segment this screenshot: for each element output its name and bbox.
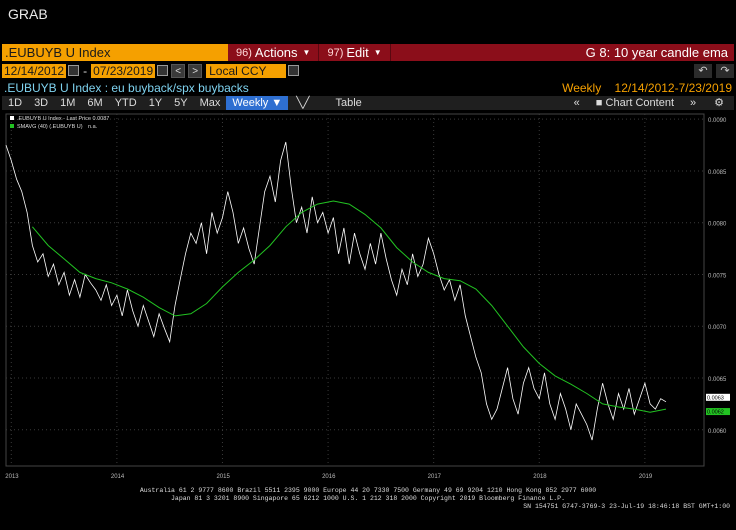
chevron-down-icon: ▼ [373, 48, 382, 57]
gear-icon[interactable]: ⚙ [704, 96, 734, 110]
price-chart[interactable]: 0.0090 0.0085 0.0080 0.0075 0.0070 0.0065 0.00… [0, 110, 736, 530]
subtitle-row: .EUBUYB U Index : eu buyback/spx buyback… [4, 81, 732, 95]
collapse-icon[interactable]: « [566, 96, 588, 110]
frequency-dropdown[interactable]: Weekly ▼ [226, 96, 289, 110]
legend-entry: SMAVG (40) (.EUBUYB U) [17, 124, 83, 130]
actions-label: Actions [254, 45, 298, 60]
footer-line: Japan 81 3 3201 8900 Singapore 65 6212 1… [171, 495, 565, 502]
tab-5y[interactable]: 5Y [168, 96, 193, 110]
y-tick-label: 0.0060 [708, 429, 727, 435]
x-tick-label: 2018 [533, 474, 547, 480]
ticker-field[interactable]: .EUBUYB U Index [2, 44, 228, 61]
end-date-field[interactable]: 07/23/2019 [91, 63, 156, 78]
chevron-down-icon[interactable] [288, 65, 300, 76]
security-description: .EUBUYB U Index : eu buyback/spx buyback… [4, 81, 249, 95]
x-tick-label: 2019 [639, 474, 653, 480]
calendar-icon[interactable] [157, 65, 169, 76]
last-smavg-label: 0.0062 [707, 410, 724, 416]
y-tick-label: 0.0090 [708, 118, 727, 124]
calendar-icon[interactable] [68, 65, 80, 76]
period-label: 12/14/2012-7/23/2019 [614, 81, 732, 95]
x-tick-label: 2015 [216, 474, 230, 480]
chart-content-label: Chart Content [605, 97, 674, 109]
tab-6m[interactable]: 6M [81, 96, 108, 110]
y-tick-label: 0.0065 [708, 377, 727, 383]
line-chart-icon[interactable]: ╲╱ [288, 96, 317, 110]
actions-shortcut: 96) [236, 46, 252, 59]
tab-3d[interactable]: 3D [28, 96, 54, 110]
x-tick-label: 2014 [111, 474, 125, 480]
actions-menu-button[interactable]: 96) Actions ▼ [228, 44, 320, 61]
plot-frame [5, 113, 705, 467]
edit-label: Edit [346, 45, 369, 60]
date-range-row: 12/14/2012 - 07/23/2019 < > Local CCY ↶ … [2, 63, 734, 78]
legend-swatch [10, 124, 14, 128]
currency-select[interactable]: Local CCY [206, 63, 287, 78]
tab-ytd[interactable]: YTD [109, 96, 143, 110]
start-date-field[interactable]: 12/14/2012 [2, 63, 67, 78]
edit-shortcut: 97) [327, 46, 344, 59]
y-tick-label: 0.0070 [708, 325, 727, 331]
x-tick-label: 2016 [322, 474, 336, 480]
date-separator: - [83, 63, 88, 78]
window-title: GRAB [8, 6, 48, 22]
chart-area[interactable]: 0.0090 0.0085 0.0080 0.0075 0.0070 0.0065 0.00… [0, 110, 736, 530]
expand-icon[interactable]: » [682, 96, 704, 110]
next-period-button[interactable]: > [188, 63, 203, 78]
x-tick-label: 2013 [5, 474, 19, 480]
chevron-down-icon: ▼ [302, 48, 311, 57]
chart-content-button[interactable]: ■ Chart Content [588, 96, 682, 110]
tab-1m[interactable]: 1M [54, 96, 81, 110]
undo-icon[interactable]: ↶ [694, 63, 712, 78]
footer-session: SN 154751 G747-3769-3 23-Jul-19 18:46:18… [523, 503, 730, 510]
x-tick-label: 2017 [428, 474, 442, 480]
edit-menu-button[interactable]: 97) Edit ▼ [319, 44, 391, 61]
y-tick-label: 0.0075 [708, 273, 727, 279]
tab-1y[interactable]: 1Y [143, 96, 168, 110]
table-button[interactable]: Table [317, 96, 379, 110]
chart-content-icon: ■ [595, 97, 603, 109]
prev-period-button[interactable]: < [171, 63, 186, 78]
legend-value: n.a. [88, 124, 98, 130]
y-tick-label: 0.0085 [708, 170, 727, 176]
footer-line: Australia 61 2 9777 8600 Brazil 5511 239… [140, 487, 596, 494]
redo-icon[interactable]: ↷ [716, 63, 734, 78]
frequency-value: Weekly [232, 97, 269, 109]
command-bar: .EUBUYB U Index 96) Actions ▼ 97) Edit ▼… [2, 44, 734, 61]
chevron-down-icon: ▼ [271, 97, 283, 109]
tab-max[interactable]: Max [194, 96, 227, 110]
legend-swatch [10, 116, 14, 120]
last-price-label: 0.0063 [707, 395, 724, 401]
chart-toolbar: 1D 3D 1M 6M YTD 1Y 5Y Max Weekly ▼ ╲╱ Ta… [2, 96, 734, 110]
frequency-label: Weekly [562, 81, 602, 95]
tab-1d[interactable]: 1D [2, 96, 28, 110]
y-tick-label: 0.0080 [708, 222, 727, 228]
graph-title: G 8: 10 year candle ema [585, 45, 728, 60]
legend-entry: .EUBUYB U Index - Last Price 0.0087 [17, 116, 109, 122]
